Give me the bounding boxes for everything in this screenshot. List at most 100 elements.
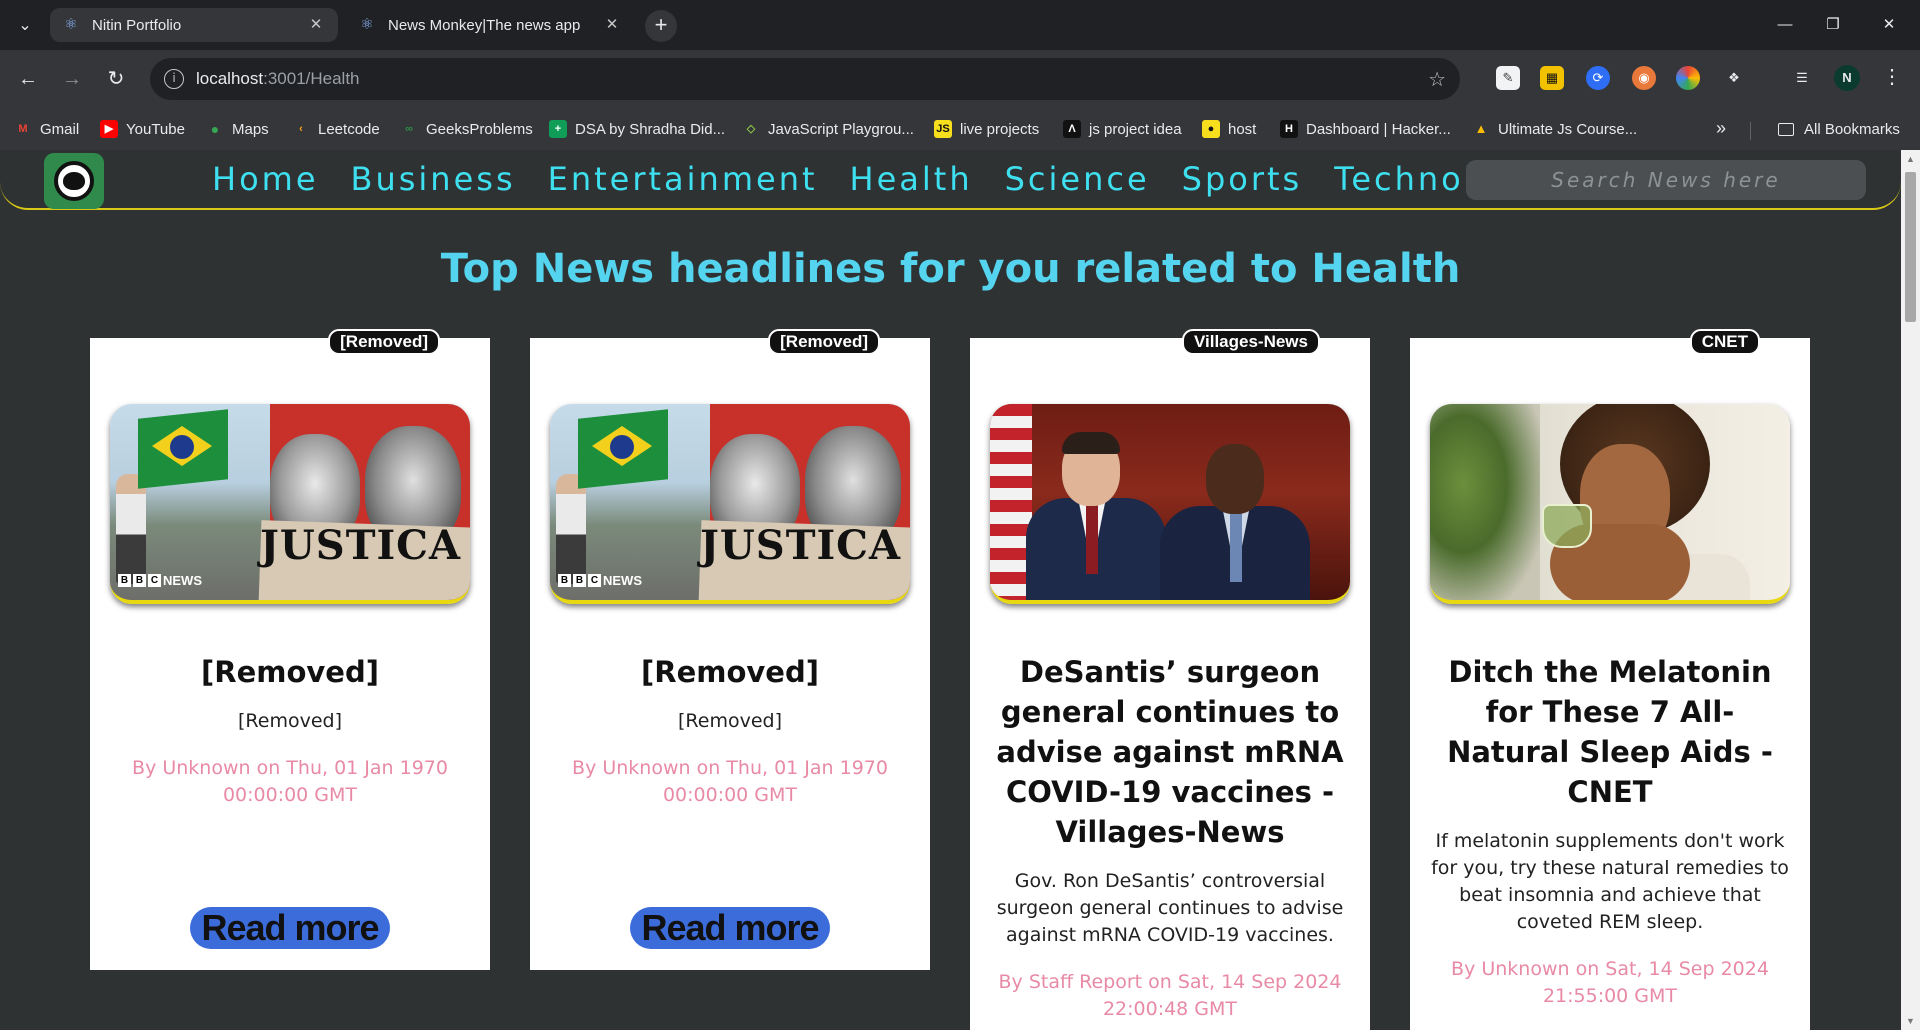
react-icon: ⚛ — [64, 16, 78, 33]
back-arrow-icon[interactable]: ← — [14, 65, 42, 93]
nav-link-home[interactable]: Home — [212, 160, 319, 198]
sheets-icon: + — [549, 120, 567, 138]
news-card: [Removed] JUSTICA B B C NEWS [Removed] [Rem… — [530, 329, 930, 970]
js-icon: JS — [934, 120, 952, 138]
bookmark-hackerrank[interactable]: H Dashboard | Hacker... — [1280, 118, 1451, 140]
site-info-icon[interactable]: i — [164, 69, 184, 89]
url-text[interactable]: localhost:3001/Health — [196, 69, 360, 89]
bookmark-host[interactable]: ● host — [1202, 118, 1256, 140]
bookmark-leetcode[interactable]: ‹ Leetcode — [292, 118, 380, 140]
bookmark-star-icon[interactable]: ☆ — [1428, 67, 1446, 92]
media-controls-icon[interactable]: ☰ — [1790, 66, 1814, 90]
article-image[interactable] — [990, 404, 1350, 604]
extension-color-picker-icon[interactable] — [1676, 66, 1700, 90]
article-byline: By Staff Report on Sat, 14 Sep 2024 22:0… — [998, 971, 1342, 1020]
bookmark-maps[interactable]: ● Maps — [206, 118, 269, 140]
host-icon: ● — [1202, 120, 1220, 138]
extension-folder-icon[interactable]: ▦ — [1540, 66, 1564, 90]
news-monkey-logo[interactable] — [44, 153, 104, 209]
nav-links: Home Business Entertainment Health Scien… — [212, 160, 1575, 198]
source-badge: [Removed] — [768, 329, 880, 355]
youtube-icon: ▶ — [100, 120, 118, 138]
search-news-input[interactable] — [1466, 160, 1866, 200]
chevron-double-right-icon[interactable]: » — [1716, 118, 1726, 139]
tab-nitin-portfolio[interactable]: ⚛ Nitin Portfolio ✕ — [50, 8, 338, 42]
nav-link-science[interactable]: Science — [1005, 160, 1150, 198]
scroll-down-arrow-icon[interactable]: ▼ — [1906, 1016, 1915, 1026]
minimize-icon[interactable]: — — [1762, 10, 1808, 40]
source-badge: CNET — [1689, 329, 1760, 355]
window-close-icon[interactable]: ✕ — [1866, 10, 1912, 40]
nav-link-business[interactable]: Business — [351, 160, 516, 198]
article-description: [Removed] — [238, 710, 342, 732]
article-image[interactable]: JUSTICA B B C NEWS — [550, 404, 910, 604]
tab-title: Nitin Portfolio — [92, 16, 182, 34]
scroll-up-arrow-icon[interactable]: ▲ — [1906, 154, 1915, 164]
article-byline: By Unknown on Sat, 14 Sep 2024 21:55:00 … — [1451, 958, 1769, 1007]
profile-avatar[interactable]: N — [1834, 65, 1860, 91]
nav-link-health[interactable]: Health — [850, 160, 973, 198]
close-icon[interactable]: ✕ — [306, 15, 326, 35]
reload-icon[interactable]: ↻ — [102, 65, 130, 93]
news-card: [Removed] JUSTICA B B C NEWS [Removed] [Rem… — [90, 329, 490, 970]
nav-link-entertainment[interactable]: Entertainment — [548, 160, 818, 198]
bookmark-gmail[interactable]: M Gmail — [14, 118, 79, 140]
code-icon: ◇ — [746, 123, 756, 135]
extension-loop-icon[interactable]: ⟳ — [1586, 66, 1610, 90]
extension-cookie-icon[interactable]: ◉ — [1632, 66, 1656, 90]
source-badge: Villages-News — [1181, 329, 1320, 355]
bookmark-ultimate-js[interactable]: ▲ Ultimate Js Course... — [1472, 118, 1638, 140]
article-byline: By Unknown on Thu, 01 Jan 1970 00:00:00 … — [572, 757, 888, 806]
address-bar[interactable]: i localhost:3001/Health ☆ — [150, 58, 1460, 100]
news-card: Villages-News DeSantis’ surgeon general … — [970, 329, 1370, 1030]
tab-strip: ⌄ ⚛ Nitin Portfolio ✕ ⚛ News Monkey|The … — [0, 0, 1920, 50]
bookmark-geeksproblems[interactable]: ∞ GeeksProblems — [400, 118, 533, 140]
browser-menu-icon[interactable]: ⋮ — [1882, 64, 1902, 89]
article-description: If melatonin supplements don't work for … — [1431, 830, 1789, 933]
article-byline: By Unknown on Thu, 01 Jan 1970 00:00:00 … — [132, 757, 448, 806]
bookmark-live-projects[interactable]: JS live projects — [934, 118, 1039, 140]
maps-icon: ● — [210, 121, 220, 137]
article-title: DeSantis’ surgeon general continues to a… — [996, 655, 1344, 849]
article-image[interactable]: JUSTICA B B C NEWS — [110, 404, 470, 604]
drive-icon: ▲ — [1474, 121, 1488, 136]
news-card: CNET Ditch the Melatonin for These 7 All… — [1410, 329, 1810, 1030]
bookmark-js-project-idea[interactable]: Λ js project idea — [1063, 118, 1182, 140]
close-icon[interactable]: ✕ — [602, 15, 622, 35]
bbc-news-logo: B B C NEWS — [558, 573, 642, 588]
article-image[interactable] — [1430, 404, 1790, 604]
tab-news-monkey[interactable]: ⚛ News Monkey|The news app ✕ — [346, 8, 634, 42]
article-title: [Removed] — [641, 655, 819, 689]
bookmark-divider — [1750, 122, 1751, 140]
extension-docs-icon[interactable]: ✎ — [1496, 66, 1520, 90]
monkey-icon — [54, 161, 94, 201]
forward-arrow-icon[interactable]: → — [58, 65, 86, 93]
read-more-button[interactable]: Read more — [190, 907, 390, 949]
bookmark-dsa[interactable]: + DSA by Shradha Did... — [549, 118, 725, 140]
folder-icon — [1778, 122, 1794, 136]
page-viewport: Home Business Entertainment Health Scien… — [0, 150, 1920, 1030]
source-badge: [Removed] — [328, 329, 440, 355]
extensions-puzzle-icon[interactable]: ❖ — [1722, 66, 1746, 90]
browser-toolbar: ← → ↻ i localhost:3001/Health ☆ ✎ ▦ ⟳ ◉ … — [0, 50, 1920, 108]
new-tab-button[interactable]: + — [645, 10, 677, 42]
tab-search-chevron-icon[interactable]: ⌄ — [12, 12, 38, 38]
tab-title: News Monkey|The news app — [388, 16, 581, 34]
leetcode-icon: ‹ — [299, 123, 303, 135]
article-description: Gov. Ron DeSantis’ controversial surgeon… — [996, 870, 1344, 946]
read-more-button[interactable]: Read more — [630, 907, 830, 949]
all-bookmarks[interactable]: All Bookmarks — [1778, 118, 1900, 140]
site-navbar: Home Business Entertainment Health Scien… — [0, 150, 1901, 210]
gmail-icon: M — [18, 123, 28, 135]
article-title: Ditch the Melatonin for These 7 All-Natu… — [1447, 655, 1773, 809]
article-description: [Removed] — [678, 710, 782, 732]
nav-link-sports[interactable]: Sports — [1182, 160, 1303, 198]
page-scrollbar[interactable]: ▲ ▼ — [1901, 150, 1920, 1030]
restore-icon[interactable]: ❐ — [1810, 10, 1856, 40]
bookmark-js-playground[interactable]: ◇ JavaScript Playgrou... — [742, 118, 914, 140]
nextjs-icon: Λ — [1063, 120, 1081, 138]
bbc-news-logo: B B C NEWS — [118, 573, 202, 588]
bookmark-youtube[interactable]: ▶ YouTube — [100, 118, 185, 140]
browser-chrome: ⌄ ⚛ Nitin Portfolio ✕ ⚛ News Monkey|The … — [0, 0, 1920, 150]
scrollbar-thumb[interactable] — [1905, 172, 1916, 322]
